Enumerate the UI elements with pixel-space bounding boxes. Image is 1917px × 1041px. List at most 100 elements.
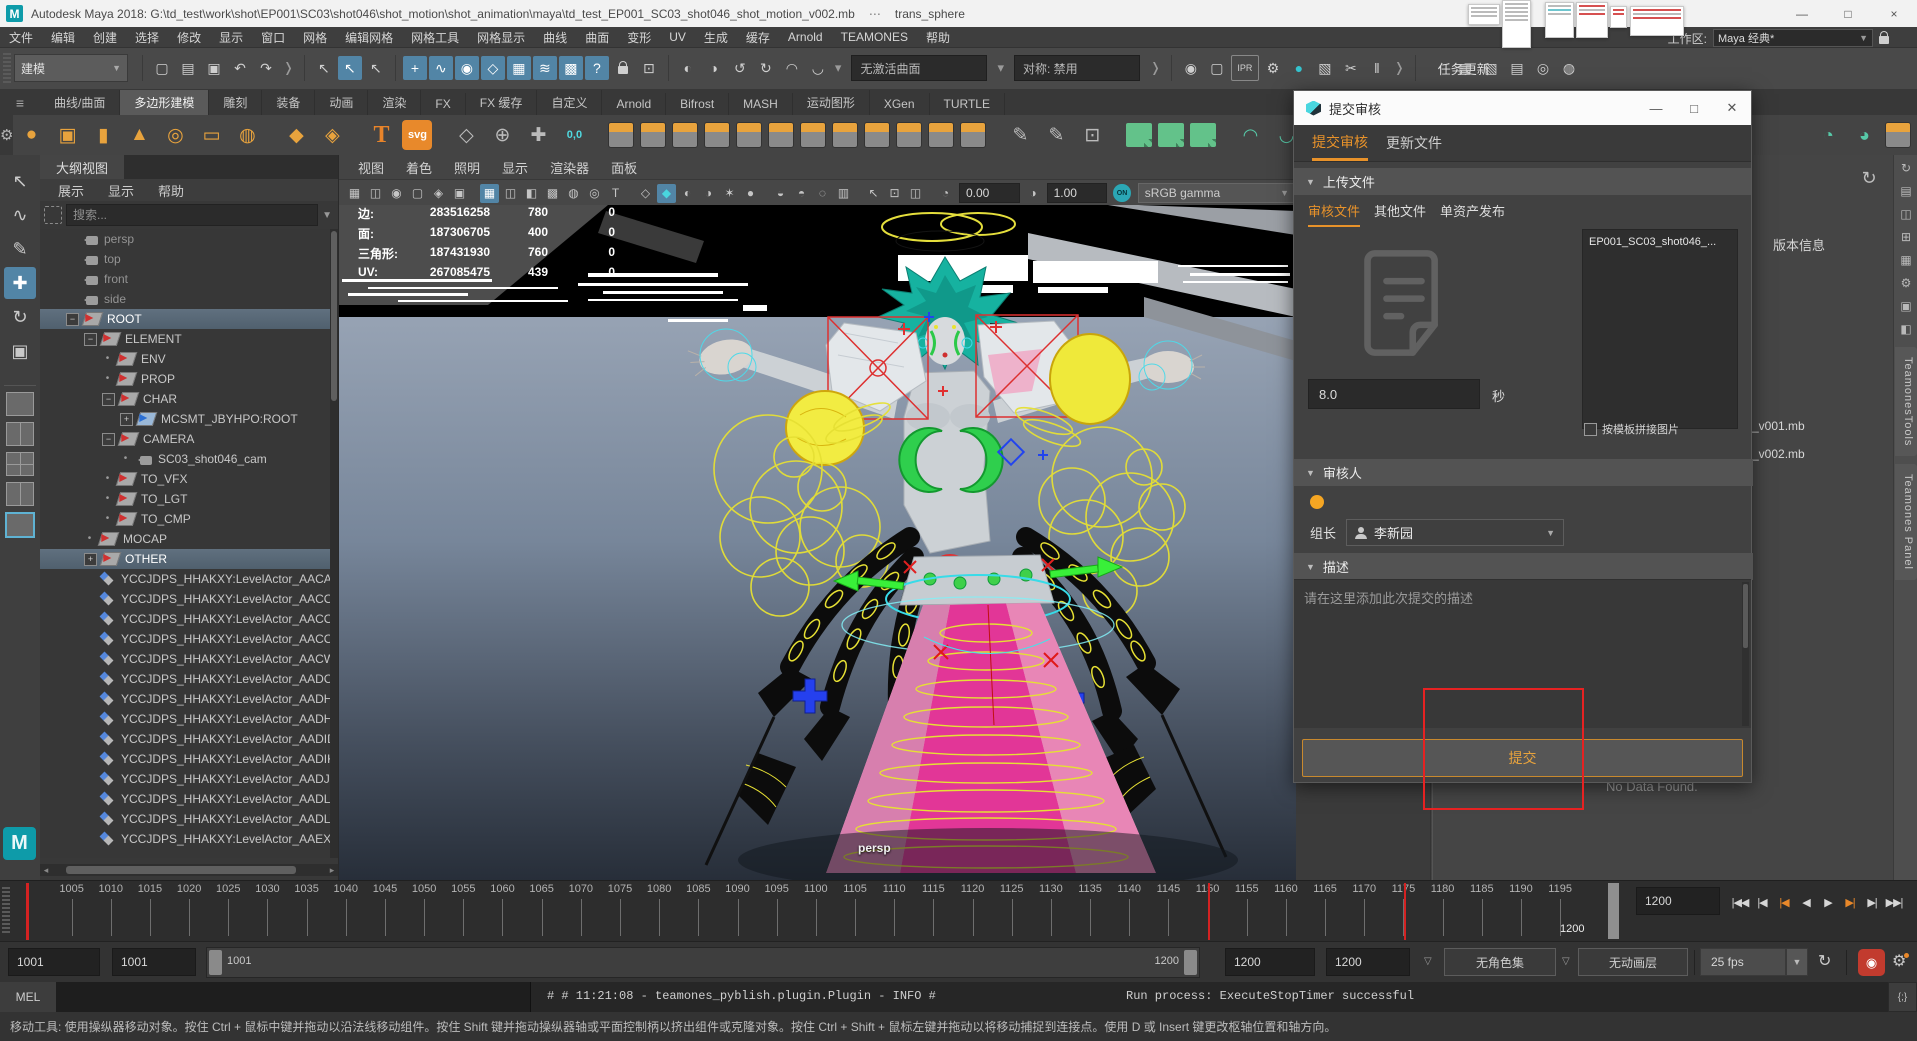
fill-hole-icon[interactable] [736, 122, 763, 148]
expand-toggle-icon[interactable] [84, 634, 95, 645]
expand-toggle-icon[interactable] [84, 674, 95, 685]
timeline-end-block[interactable] [1608, 883, 1619, 939]
dialog-close-button[interactable]: ✕ [1713, 91, 1751, 125]
vp-grid-icon[interactable]: ▦ [480, 183, 499, 203]
reduce-icon[interactable] [896, 122, 923, 148]
go-to-range-end-button[interactable]: ▶▶| [1884, 891, 1904, 913]
poly-cylinder-icon[interactable]: ▮ [88, 120, 118, 150]
version-file-item[interactable]: _v001.mb [1752, 419, 1805, 433]
timeline-tick[interactable]: 1080 [640, 883, 679, 939]
snap-film-gate-icon[interactable]: ▩ [558, 56, 583, 80]
group-collapse[interactable]: ▾ [835, 60, 842, 76]
menu-item[interactable]: 网格工具 [402, 29, 468, 46]
script-editor-icon[interactable]: {;} [1888, 982, 1917, 1012]
menu-item[interactable]: 缓存 [737, 29, 779, 46]
new-scene-icon[interactable]: ▢ [150, 56, 174, 80]
shelf-extra-a-icon[interactable]: ◔ [1813, 120, 1843, 150]
viewport-menu-item[interactable]: 着色 [396, 158, 442, 177]
poly-type-icon[interactable]: T [366, 120, 396, 150]
expand-toggle-icon[interactable] [84, 754, 95, 765]
redo-icon[interactable]: ↷ [254, 56, 278, 80]
undo-icon[interactable]: ↶ [228, 56, 252, 80]
timeline-tick[interactable]: 1095 [757, 883, 796, 939]
expand-toggle-icon[interactable] [66, 254, 77, 265]
poly-plane-icon[interactable]: ▭ [196, 120, 226, 150]
poly-sphere-icon[interactable]: ● [16, 120, 46, 150]
vp-bookmark-icon[interactable]: ◉ [387, 184, 406, 203]
outliner-row[interactable]: YCCJDPS_HHAKXY:LevelActor_AADIK [40, 749, 338, 769]
select-tool-icon[interactable]: ↖ [4, 165, 36, 197]
open-render-view-icon[interactable]: ◉ [1179, 56, 1203, 80]
svg-tool-icon[interactable]: svg [402, 120, 433, 150]
append-polygon-icon[interactable] [768, 122, 795, 148]
expand-toggle-icon[interactable] [84, 594, 95, 605]
timeline-tick-area[interactable]: 1005 1010 1015 1020 1025 1030 1035 1040 … [22, 883, 1628, 939]
command-input[interactable] [56, 982, 531, 1012]
outliner-row[interactable]: • TO_CMP [40, 509, 338, 529]
step-back-key-button[interactable]: |◀ [1774, 891, 1794, 913]
timeline-tick[interactable]: 1015 [130, 883, 169, 939]
expand-toggle-icon[interactable]: − [84, 332, 97, 346]
vp-materials-icon[interactable]: ◑ [699, 184, 718, 203]
shelf-tab[interactable]: TURTLE [930, 93, 1005, 115]
vp-gate-mask-icon[interactable]: ▩ [543, 184, 562, 203]
merge-vertices-icon[interactable] [608, 122, 635, 148]
timeline-tick[interactable]: 1165 [1306, 883, 1345, 939]
timeline-tick[interactable]: 1005 [52, 883, 91, 939]
shelf-tab[interactable]: 多边形建模 [120, 90, 210, 115]
charset-menu-icon[interactable]: ▽ [1424, 956, 1432, 967]
file-tab[interactable]: 单资产发布 [1440, 201, 1505, 225]
menu-item[interactable]: 编辑 [42, 29, 84, 46]
anim-layer-menu-icon[interactable]: ▽ [1562, 956, 1570, 967]
timeline-tick[interactable]: 1185 [1462, 883, 1501, 939]
grid-options-icon[interactable]: ▦ [1453, 56, 1477, 80]
timeline-tick[interactable]: 1020 [170, 883, 209, 939]
timeline-tick[interactable]: 1085 [679, 883, 718, 939]
outliner-row[interactable]: YCCJDPS_HHAKXY:LevelActor_AACAP [40, 569, 338, 589]
super-ellipse-icon[interactable]: ◈ [317, 120, 347, 150]
timeline-grip[interactable] [2, 887, 10, 935]
shelf-tab[interactable]: 曲线/曲面 [40, 90, 121, 115]
timeline-tick[interactable]: 1040 [326, 883, 365, 939]
capture-icon[interactable]: ◍ [1557, 56, 1581, 80]
open-scene-icon[interactable]: ▤ [176, 56, 200, 80]
vp-camera-attrs-icon[interactable]: ◫ [366, 184, 385, 203]
character-set-select[interactable]: 无角色集 [1444, 948, 1556, 976]
coords-display-icon[interactable]: 0,0 [559, 120, 589, 150]
panel-columns-icon[interactable]: ◫ [1896, 204, 1916, 224]
viewport-menu-item[interactable]: 视图 [348, 158, 394, 177]
shelf-gear-icon[interactable]: ⚙ [0, 115, 14, 155]
maximize-button[interactable]: □ [1825, 0, 1871, 27]
outliner-row[interactable]: YCCJDPS_HHAKXY:LevelActor_AADHR [40, 689, 338, 709]
snap-curve-icon[interactable]: ∿ [428, 56, 453, 80]
playback-loop-icon[interactable]: ↻ [1818, 951, 1831, 971]
shelf-extra-b-icon[interactable]: ◕ [1849, 120, 1879, 150]
outliner-vertical-scrollbar[interactable] [330, 229, 338, 858]
render-current-frame-icon[interactable]: ▢ [1205, 56, 1229, 80]
combine-icon[interactable]: ⊕ [487, 120, 517, 150]
outliner-row[interactable]: front [40, 269, 338, 289]
render-setup-icon[interactable]: ▧ [1313, 56, 1337, 80]
outliner-menu-item[interactable]: 显示 [98, 181, 144, 200]
snap-view-plane-icon[interactable]: ▦ [506, 56, 531, 80]
timeline-tick[interactable]: 1120 [953, 883, 992, 939]
timeline-tick[interactable]: 1115 [914, 883, 953, 939]
group-collapse[interactable]: ❭ [283, 60, 294, 76]
separate-icon[interactable] [928, 122, 955, 148]
shelf-tab[interactable]: FX 缓存 [466, 90, 538, 115]
timeline-tick[interactable]: 1125 [992, 883, 1031, 939]
vp-film-gate-icon[interactable]: ◫ [501, 184, 520, 203]
dialog-tab[interactable]: 更新文件 [1386, 125, 1442, 161]
outliner-row[interactable]: YCCJDPS_HHAKXY:LevelActor_AACOG [40, 589, 338, 609]
timeline-tick[interactable]: 1030 [248, 883, 287, 939]
symmetry-field[interactable]: 对称: 禁用 [1013, 55, 1140, 81]
timeline-tick[interactable]: 1050 [405, 883, 444, 939]
outliner-row[interactable]: • SC03_shot046_cam [40, 449, 338, 469]
vp-isolate-icon[interactable]: ↖ [864, 184, 883, 203]
close-button[interactable]: × [1871, 0, 1917, 27]
group-collapse[interactable]: ❭ [1150, 60, 1161, 76]
play-forwards-button[interactable]: ▶ [1818, 891, 1838, 913]
gamma-field[interactable]: 1.00 [1046, 183, 1108, 203]
expand-toggle-icon[interactable] [84, 814, 95, 825]
construction-history-on-icon[interactable]: ↺ [728, 56, 752, 80]
